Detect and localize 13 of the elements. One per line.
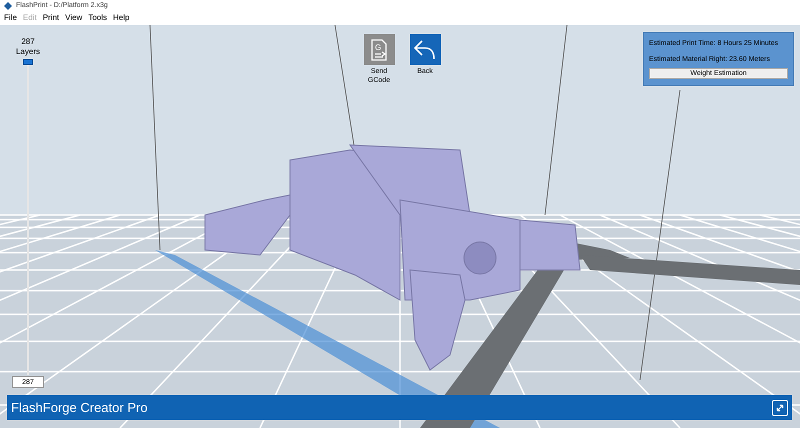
printer-name: FlashForge Creator Pro [11, 398, 148, 417]
menu-item[interactable]: Tools [88, 14, 108, 22]
menu-item[interactable]: Print [42, 14, 60, 22]
app-logo-icon [4, 2, 12, 10]
menu-item[interactable]: View [65, 14, 82, 22]
layer-label: Layers [16, 47, 40, 57]
slider-thumb[interactable] [23, 59, 33, 65]
link-icon [775, 402, 785, 412]
layer-count: 287 [21, 37, 35, 47]
menu-item[interactable]: File [4, 14, 17, 22]
gcode-file-icon: G [364, 34, 394, 65]
connection-button[interactable] [772, 400, 788, 416]
menu-item[interactable]: Help [113, 14, 130, 22]
